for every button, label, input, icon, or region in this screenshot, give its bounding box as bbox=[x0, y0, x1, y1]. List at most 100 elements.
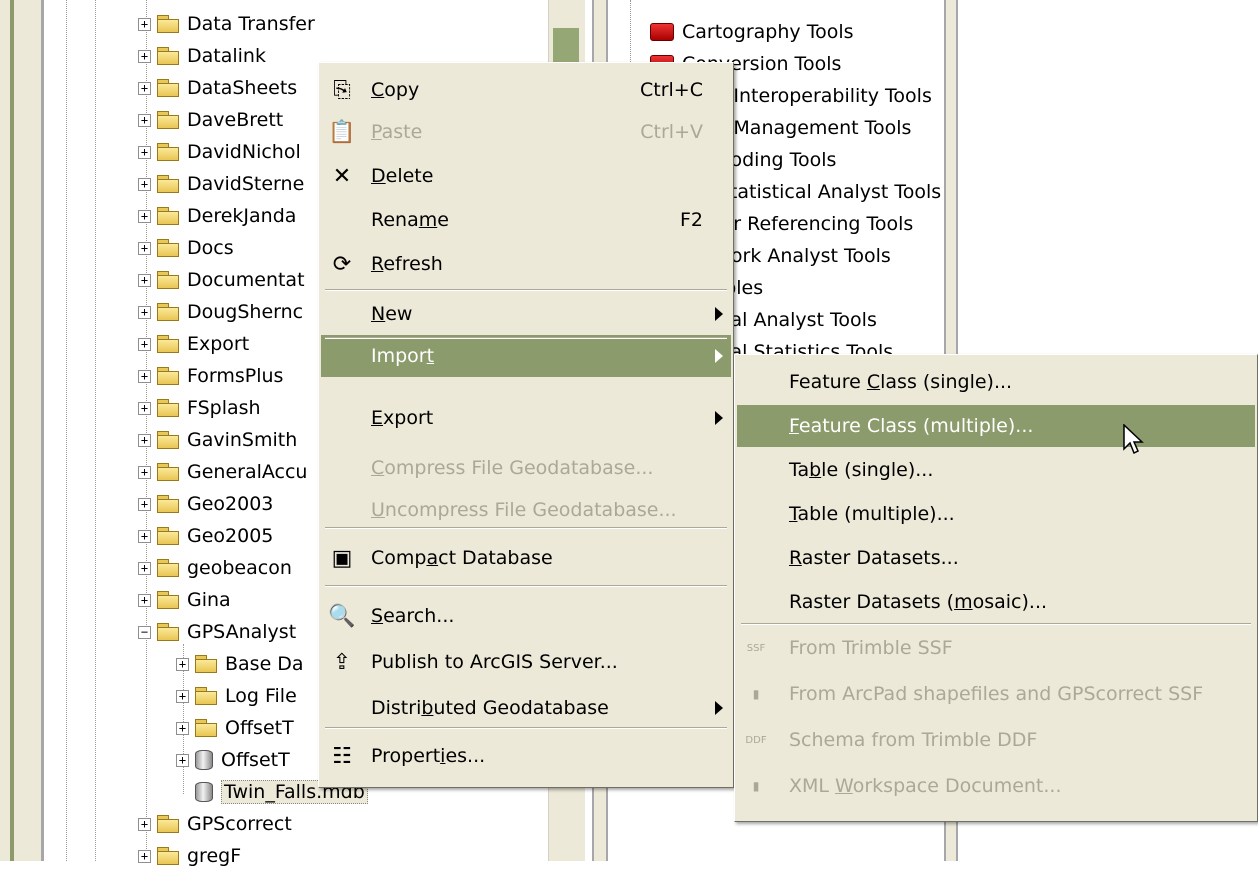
ssf-icon: SSF bbox=[741, 633, 771, 663]
submenu-item[interactable]: ▮ XML Workspace Document... bbox=[737, 765, 1255, 807]
submenu-item[interactable]: SSF From Trimble SSF bbox=[737, 627, 1255, 669]
expand-toggle-icon[interactable]: + bbox=[138, 49, 151, 63]
access-key: W bbox=[835, 775, 853, 797]
menu-item[interactable]: 🔍 Search... bbox=[321, 595, 731, 637]
tree-item[interactable]: + Log File bbox=[176, 680, 297, 712]
copy-icon: ⎘ bbox=[333, 77, 351, 103]
expand-toggle-icon[interactable]: + bbox=[138, 401, 151, 415]
tree-item[interactable]: + OffsetT bbox=[176, 744, 290, 776]
menu-item[interactable]: Uncompress File Geodatabase... bbox=[321, 489, 731, 531]
expand-toggle-icon[interactable]: + bbox=[138, 145, 151, 159]
tree-item[interactable]: + DavidNichol bbox=[138, 136, 301, 168]
menu-item[interactable]: Import bbox=[321, 335, 731, 377]
expand-toggle-icon[interactable]: + bbox=[176, 753, 189, 767]
tree-item-label: FormsPlus bbox=[187, 365, 284, 387]
submenu-item[interactable]: Raster Datasets (mosaic)... bbox=[737, 581, 1255, 623]
menu-item[interactable]: ▣ Compact Database bbox=[321, 537, 731, 579]
menu-item-label: XML Workspace Document... bbox=[789, 775, 1062, 797]
menu-item[interactable]: Rename F2 bbox=[321, 199, 731, 241]
menu-item[interactable]: New bbox=[321, 293, 731, 335]
submenu-item[interactable]: ▮ From ArcPad shapefiles and GPScorrect S… bbox=[737, 673, 1255, 715]
label-text: able (multiple)... bbox=[797, 503, 955, 525]
access-key: C bbox=[866, 371, 881, 393]
expand-toggle-icon[interactable]: + bbox=[138, 561, 151, 575]
expand-toggle-icon[interactable]: + bbox=[138, 817, 151, 831]
access-key: R bbox=[789, 547, 802, 569]
label-text: XML bbox=[789, 775, 836, 797]
expand-toggle-icon[interactable]: + bbox=[138, 273, 151, 287]
expand-toggle-icon[interactable]: + bbox=[138, 433, 151, 447]
label-text: Distri bbox=[371, 697, 422, 719]
tree-item[interactable]: + Base Da bbox=[176, 648, 304, 680]
expand-toggle-icon[interactable]: − bbox=[138, 625, 151, 639]
tree-item[interactable]: + GPScorrect bbox=[138, 808, 292, 840]
tree-item[interactable]: + DerekJanda bbox=[138, 200, 296, 232]
menu-item[interactable]: ⎘ Copy Ctrl+C bbox=[321, 69, 731, 111]
expand-toggle-icon[interactable]: + bbox=[138, 81, 151, 95]
submenu-item[interactable]: Table (single)... bbox=[737, 449, 1255, 491]
tree-item[interactable]: + Export bbox=[138, 328, 249, 360]
menu-item[interactable]: Distributed Geodatabase bbox=[321, 687, 731, 729]
tree-item[interactable]: + Datalink bbox=[138, 40, 266, 72]
menu-item[interactable]: ⇪ Publish to ArcGIS Server... bbox=[321, 641, 731, 683]
tree-item[interactable]: − GPSAnalyst bbox=[138, 616, 296, 648]
menu-item[interactable]: Compress File Geodatabase... bbox=[321, 447, 731, 489]
expand-toggle-icon[interactable]: + bbox=[138, 529, 151, 543]
submenu-item[interactable]: DDF Schema from Trimble DDF bbox=[737, 719, 1255, 761]
tree-item[interactable]: + DavidSterne bbox=[138, 168, 304, 200]
tree-item[interactable]: + GavinSmith bbox=[138, 424, 297, 456]
folder-icon bbox=[157, 367, 179, 385]
submenu-item[interactable]: Feature Class (multiple)... bbox=[737, 405, 1255, 447]
tree-guide-line bbox=[66, 0, 67, 861]
tree-item[interactable]: + Geo2005 bbox=[138, 520, 273, 552]
submenu-item[interactable]: Feature Class (single)... bbox=[737, 361, 1255, 403]
tree-item[interactable]: + geobeacon bbox=[138, 552, 292, 584]
tree-item-label: gregF bbox=[187, 845, 242, 867]
tree-item[interactable]: + GeneralAccu bbox=[138, 456, 307, 488]
tree-item[interactable]: + Data Transfer bbox=[138, 8, 315, 40]
expand-toggle-icon[interactable]: + bbox=[176, 689, 189, 703]
tree-item[interactable]: + DougShernc bbox=[138, 296, 303, 328]
expand-toggle-icon[interactable]: + bbox=[138, 465, 151, 479]
expand-toggle-icon[interactable]: + bbox=[138, 113, 151, 127]
expand-toggle-icon[interactable]: + bbox=[138, 17, 151, 31]
expand-toggle-icon[interactable]: + bbox=[138, 593, 151, 607]
menu-item[interactable]: ⟳ Refresh bbox=[321, 243, 731, 285]
ddf-icon: DDF bbox=[741, 725, 771, 755]
access-key: m bbox=[954, 591, 973, 613]
expand-toggle-icon[interactable]: + bbox=[138, 369, 151, 383]
tree-item[interactable]: + Docs bbox=[138, 232, 234, 264]
menu-item-label: Schema from Trimble DDF bbox=[789, 729, 1037, 751]
menu-item[interactable]: 📋 Paste Ctrl+V bbox=[321, 111, 731, 153]
tree-item[interactable]: + Geo2003 bbox=[138, 488, 273, 520]
tree-item[interactable]: + OffsetT bbox=[176, 712, 294, 744]
expand-toggle-icon[interactable]: + bbox=[138, 177, 151, 191]
tree-item[interactable]: + gregF bbox=[138, 840, 241, 872]
expand-toggle-icon[interactable]: + bbox=[138, 209, 151, 223]
icon-caption: SSF bbox=[746, 642, 766, 654]
tree-item[interactable]: + DataSheets bbox=[138, 72, 297, 104]
tree-item[interactable]: + FSplash bbox=[138, 392, 261, 424]
expand-toggle-icon[interactable]: + bbox=[176, 721, 189, 735]
expand-toggle-icon[interactable]: + bbox=[176, 657, 189, 671]
folder-icon bbox=[157, 495, 179, 513]
label-text: Propert bbox=[371, 745, 441, 767]
toolbox-item[interactable]: Cartography Tools bbox=[650, 16, 854, 48]
folder-icon bbox=[157, 815, 179, 833]
expand-toggle-icon[interactable]: + bbox=[138, 241, 151, 255]
tree-item[interactable]: + DaveBrett bbox=[138, 104, 283, 136]
tree-item[interactable]: + Documentat bbox=[138, 264, 305, 296]
tree-item[interactable]: + Gina bbox=[138, 584, 231, 616]
expand-toggle-icon[interactable]: + bbox=[138, 337, 151, 351]
menu-item-label: Properties... bbox=[371, 745, 485, 767]
menu-item[interactable]: ☷ Properties... bbox=[321, 735, 731, 777]
expand-toggle-icon[interactable]: + bbox=[138, 497, 151, 511]
label-text: ncompress File Geodatabase... bbox=[384, 499, 677, 521]
menu-item[interactable]: ✕ Delete bbox=[321, 155, 731, 197]
tree-item[interactable]: + FormsPlus bbox=[138, 360, 283, 392]
access-key: U bbox=[371, 499, 385, 521]
submenu-item[interactable]: Raster Datasets... bbox=[737, 537, 1255, 579]
expand-toggle-icon[interactable]: + bbox=[138, 305, 151, 319]
submenu-item[interactable]: Table (multiple)... bbox=[737, 493, 1255, 535]
menu-item[interactable]: Export bbox=[321, 397, 731, 439]
